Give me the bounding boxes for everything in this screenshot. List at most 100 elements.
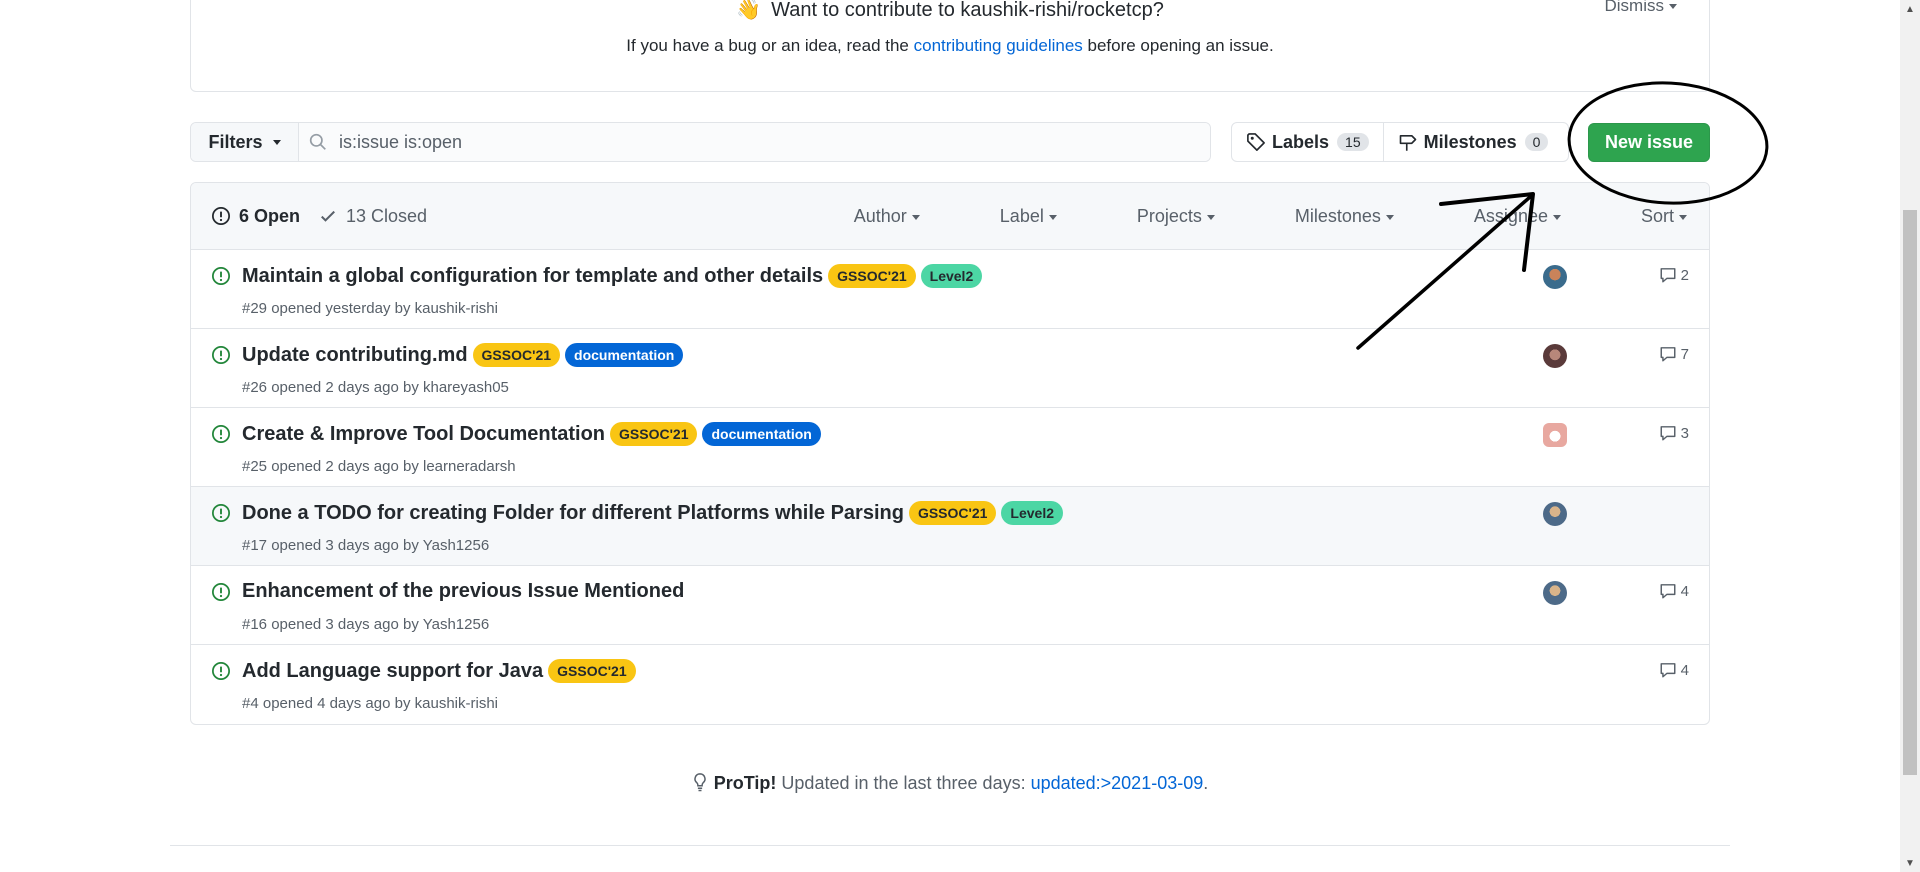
issues-list-header: 6 Open 13 Closed Author Label Projects M… xyxy=(191,183,1709,250)
comment-count: 2 xyxy=(1680,266,1689,284)
label-level2[interactable]: Level2 xyxy=(920,264,983,288)
protip: ProTip! Updated in the last three days: … xyxy=(0,772,1900,794)
chevron-down-icon xyxy=(1669,4,1677,10)
issue-title-link[interactable]: Create & Improve Tool Documentation xyxy=(242,423,605,446)
issue-filters: Author Label Projects Milestones Assigne… xyxy=(774,183,1687,250)
issue-row: Done a TODO for creating Folder for diff… xyxy=(191,487,1709,566)
dismiss-button[interactable]: Dismiss xyxy=(1604,0,1677,16)
search-value: is:issue is:open xyxy=(339,131,463,152)
issue-meta: #16 opened 3 days ago by Yash1256 xyxy=(242,616,490,633)
scrollbar-thumb[interactable] xyxy=(1903,210,1917,775)
issue-meta: #26 opened 2 days ago by khareyash05 xyxy=(242,379,509,396)
chevron-down-icon xyxy=(1385,214,1394,220)
protip-end: . xyxy=(1203,773,1209,793)
author-filter-label: Author xyxy=(853,206,907,226)
labels-link[interactable]: Labels 15 xyxy=(1232,123,1383,161)
check-icon xyxy=(321,210,335,222)
comments-link[interactable]: 7 xyxy=(1659,345,1689,363)
issue-title-link[interactable]: Update contributing.md xyxy=(242,344,468,367)
milestones-link[interactable]: Milestones 0 xyxy=(1382,123,1563,161)
comment-count: 7 xyxy=(1680,345,1689,363)
issue-opened-icon xyxy=(212,425,230,443)
comment-count: 3 xyxy=(1680,424,1689,442)
comment-icon xyxy=(1660,426,1676,441)
light-bulb-icon xyxy=(694,773,706,792)
milestones-filter[interactable]: Milestones xyxy=(1255,206,1394,227)
issue-row: Update contributing.md GSSOC'21 document… xyxy=(191,329,1709,408)
new-issue-button[interactable]: New issue xyxy=(1588,123,1710,162)
comment-count: 4 xyxy=(1680,582,1689,600)
scroll-down-arrow-icon[interactable]: ▼ xyxy=(1900,854,1920,872)
banner-sub-before: If you have a bug or an idea, read the xyxy=(626,36,914,55)
label-gssoc[interactable]: GSSOC'21 xyxy=(472,343,561,367)
assignee-avatar[interactable] xyxy=(1543,502,1567,526)
issue-title-link[interactable]: Done a TODO for creating Folder for diff… xyxy=(242,502,904,525)
issue-title-row: Enhancement of the previous Issue Mentio… xyxy=(242,580,684,603)
labels-count: 15 xyxy=(1337,133,1369,151)
filters-label: Filters xyxy=(208,131,263,152)
comment-icon xyxy=(1660,347,1676,362)
scroll-up-arrow-icon[interactable]: ▲ xyxy=(1900,0,1920,18)
closed-count-label: 13 Closed xyxy=(346,205,428,226)
dismiss-label: Dismiss xyxy=(1604,0,1665,15)
label-filter-label: Label xyxy=(999,206,1044,226)
page-scrollbar[interactable]: ▲ ▼ xyxy=(1900,0,1920,872)
sort-filter[interactable]: Sort xyxy=(1601,206,1687,227)
filters-dropdown-button[interactable]: Filters xyxy=(191,123,299,161)
protip-search-link[interactable]: updated:>2021-03-09 xyxy=(1031,773,1204,793)
label-gssoc[interactable]: GSSOC'21 xyxy=(548,659,636,683)
issue-row: Create & Improve Tool Documentation GSSO… xyxy=(191,408,1709,487)
assignee-avatar[interactable] xyxy=(1543,344,1567,368)
protip-text: Updated in the last three days: xyxy=(776,773,1031,793)
issue-title-link[interactable]: Add Language support for Java xyxy=(242,660,543,683)
assignee-filter-label: Assignee xyxy=(1473,206,1548,226)
banner-title: Want to contribute to kaushik-rishi/rock… xyxy=(771,0,1164,21)
labels-label: Labels xyxy=(1272,131,1330,152)
contribute-banner: 👋 Want to contribute to kaushik-rishi/roc… xyxy=(190,0,1710,92)
issue-row: Add Language support for Java GSSOC'21 #… xyxy=(191,645,1709,724)
issue-search-bar: Filters is:issue is:open xyxy=(190,122,1211,162)
search-input[interactable]: is:issue is:open xyxy=(299,123,1210,161)
label-gssoc[interactable]: GSSOC'21 xyxy=(610,422,698,446)
closed-issues-tab[interactable]: 13 Closed xyxy=(318,206,427,227)
assignee-avatar[interactable] xyxy=(1543,265,1567,289)
issues-list: 6 Open 13 Closed Author Label Projects M… xyxy=(190,182,1710,725)
label-documentation[interactable]: documentation xyxy=(702,422,821,446)
issue-opened-icon xyxy=(212,267,230,285)
issue-opened-icon xyxy=(212,583,230,601)
label-gssoc[interactable]: GSSOC'21 xyxy=(908,501,997,525)
comment-icon xyxy=(1660,584,1676,599)
issue-opened-icon xyxy=(212,207,230,225)
issue-title-row: Update contributing.md GSSOC'21 document… xyxy=(242,343,684,367)
issue-opened-icon xyxy=(212,346,230,364)
issue-title-row: Done a TODO for creating Folder for diff… xyxy=(242,501,1064,525)
open-count-label: 6 Open xyxy=(239,205,301,226)
projects-filter[interactable]: Projects xyxy=(1097,206,1215,227)
assignee-filter[interactable]: Assignee xyxy=(1434,206,1561,227)
issue-title-link[interactable]: Enhancement of the previous Issue Mentio… xyxy=(242,580,684,603)
label-documentation[interactable]: documentation xyxy=(565,343,684,367)
label-level2[interactable]: Level2 xyxy=(1001,501,1064,525)
comments-link[interactable]: 2 xyxy=(1659,266,1689,284)
chevron-down-icon xyxy=(1048,214,1057,220)
issue-opened-icon xyxy=(212,662,230,680)
banner-title-row: 👋 Want to contribute to kaushik-rishi/roc… xyxy=(191,0,1709,22)
author-filter[interactable]: Author xyxy=(814,206,920,227)
label-gssoc[interactable]: GSSOC'21 xyxy=(828,264,916,288)
issue-title-row: Add Language support for Java GSSOC'21 xyxy=(242,659,636,683)
open-issues-tab[interactable]: 6 Open xyxy=(211,206,300,227)
footer-divider xyxy=(170,845,1730,846)
comments-link[interactable]: 4 xyxy=(1659,661,1689,679)
label-filter[interactable]: Label xyxy=(960,206,1057,227)
chevron-down-icon xyxy=(1552,214,1561,220)
assignee-avatar[interactable] xyxy=(1543,423,1567,447)
assignee-avatar[interactable] xyxy=(1543,581,1567,605)
issue-title-link[interactable]: Maintain a global configuration for temp… xyxy=(242,265,823,288)
comments-link[interactable]: 3 xyxy=(1659,424,1689,442)
contributing-guidelines-link[interactable]: contributing guidelines xyxy=(914,36,1083,55)
banner-subtitle: If you have a bug or an idea, read the c… xyxy=(191,36,1709,56)
protip-bold: ProTip! xyxy=(713,773,777,793)
comments-link[interactable]: 4 xyxy=(1659,582,1689,600)
milestone-icon xyxy=(1399,134,1416,151)
issue-title-row: Maintain a global configuration for temp… xyxy=(242,264,983,288)
